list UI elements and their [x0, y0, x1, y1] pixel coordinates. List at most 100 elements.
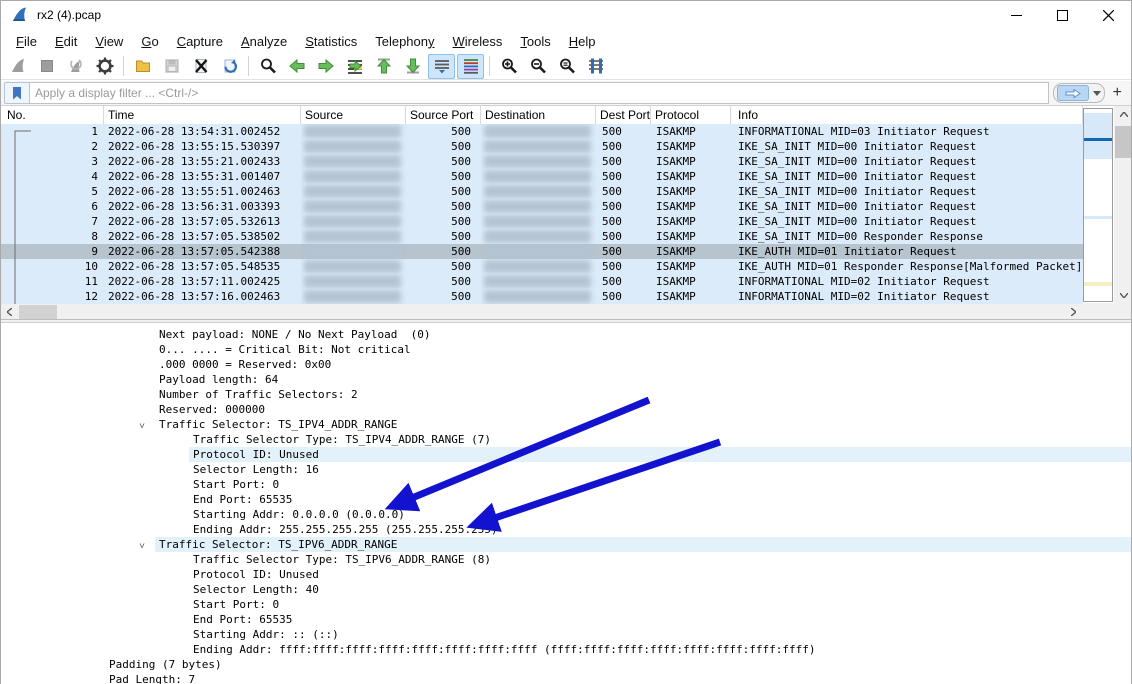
- minimize-button[interactable]: [993, 1, 1039, 29]
- start-capture-button[interactable]: [4, 54, 31, 79]
- detail-line[interactable]: Traffic Selector Type: TS_IPV4_ADDR_RANG…: [1, 432, 1132, 447]
- colorize-packets-button[interactable]: [457, 54, 484, 79]
- menu-capture[interactable]: Capture: [168, 31, 232, 52]
- detail-line[interactable]: Payload length: 64: [1, 372, 1132, 387]
- menu-help[interactable]: Help: [560, 31, 605, 52]
- detail-line[interactable]: Next payload: NONE / No Next Payload (0): [1, 327, 1132, 342]
- detail-line[interactable]: Start Port: 0: [1, 477, 1132, 492]
- auto-scroll-button[interactable]: [428, 54, 455, 79]
- column-header-source[interactable]: Source: [301, 106, 406, 124]
- detail-line-text: Traffic Selector: TS_IPV6_ADDR_RANGE: [159, 537, 397, 552]
- detail-line[interactable]: Start Port: 0: [1, 597, 1132, 612]
- reload-file-button[interactable]: [216, 54, 243, 79]
- menu-analyze[interactable]: Analyze: [232, 31, 296, 52]
- close-button[interactable]: [1085, 1, 1131, 29]
- zoom-out-button[interactable]: [524, 54, 551, 79]
- go-to-packet-button[interactable]: [341, 54, 368, 79]
- detail-line[interactable]: Ending Addr: ffff:ffff:ffff:ffff:ffff:ff…: [1, 642, 1132, 657]
- cell-info: IKE_SA_INIT MID=00 Initiator Request: [731, 184, 1083, 199]
- detail-line[interactable]: Protocol ID: Unused: [1, 567, 1132, 582]
- packet-row-9[interactable]: 92022-06-28 13:57:05.542388500500ISAKMPI…: [1, 244, 1083, 259]
- column-header-destination[interactable]: Destination: [481, 106, 596, 124]
- horizontal-scroll-thumb[interactable]: [19, 305, 57, 319]
- packet-list-vertical-scrollbar[interactable]: [1114, 106, 1132, 303]
- cell-info: IKE_AUTH MID=01 Initiator Request: [731, 244, 1083, 259]
- close-file-button[interactable]: [187, 54, 214, 79]
- go-back-button[interactable]: [283, 54, 310, 79]
- detail-line[interactable]: >Traffic Selector: TS_IPV4_ADDR_RANGE: [1, 417, 1132, 432]
- display-filter-input[interactable]: Apply a display filter ... <Ctrl-/>: [30, 82, 1049, 104]
- packet-row-4[interactable]: 42022-06-28 13:55:31.001407500500ISAKMPI…: [1, 169, 1083, 184]
- detail-line[interactable]: Padding (7 bytes): [1, 657, 1132, 672]
- scroll-right-button[interactable]: [1065, 305, 1081, 319]
- capture-options-button[interactable]: [91, 54, 118, 79]
- go-first-packet-button[interactable]: [370, 54, 397, 79]
- packet-row-3[interactable]: 32022-06-28 13:55:21.002433500500ISAKMPI…: [1, 154, 1083, 169]
- detail-line[interactable]: End Port: 65535: [1, 492, 1132, 507]
- scroll-down-button[interactable]: [1114, 287, 1132, 303]
- zoom-reset-button[interactable]: [553, 54, 580, 79]
- packet-row-1[interactable]: 12022-06-28 13:54:31.002452500500ISAKMPI…: [1, 124, 1083, 139]
- menu-view[interactable]: View: [86, 31, 132, 52]
- detail-line[interactable]: Traffic Selector Type: TS_IPV6_ADDR_RANG…: [1, 552, 1132, 567]
- detail-line-text: End Port: 65535: [193, 492, 292, 507]
- save-file-button[interactable]: [158, 54, 185, 79]
- detail-line[interactable]: Starting Addr: :: (::): [1, 627, 1132, 642]
- menu-wireless[interactable]: Wireless: [444, 31, 512, 52]
- add-filter-button[interactable]: +: [1113, 85, 1122, 101]
- open-file-button[interactable]: [129, 54, 156, 79]
- expander-chevron-icon[interactable]: >: [134, 543, 149, 548]
- detail-line[interactable]: Selector Length: 16: [1, 462, 1132, 477]
- packet-row-7[interactable]: 72022-06-28 13:57:05.532613500500ISAKMPI…: [1, 214, 1083, 229]
- column-header-no[interactable]: No.: [1, 106, 104, 124]
- column-header-info[interactable]: Info: [731, 106, 1083, 124]
- intelligent-scrollbar-minimap[interactable]: [1083, 108, 1113, 302]
- stop-capture-button[interactable]: [33, 54, 60, 79]
- menu-go[interactable]: Go: [132, 31, 167, 52]
- packet-row-11[interactable]: 112022-06-28 13:57:11.002425500500ISAKMP…: [1, 274, 1083, 289]
- column-header-protocol[interactable]: Protocol: [651, 106, 731, 124]
- scroll-up-button[interactable]: [1114, 106, 1132, 122]
- column-header-source-port[interactable]: Source Port: [406, 106, 481, 124]
- column-header-time[interactable]: Time: [104, 106, 301, 124]
- detail-line[interactable]: Ending Addr: 255.255.255.255 (255.255.25…: [1, 522, 1132, 537]
- packet-row-10[interactable]: 102022-06-28 13:57:05.548535500500ISAKMP…: [1, 259, 1083, 274]
- cell-destination-redacted: [481, 154, 596, 169]
- go-forward-button[interactable]: [312, 54, 339, 79]
- detail-line[interactable]: Pad Length: 7: [1, 672, 1132, 684]
- detail-line[interactable]: Number of Traffic Selectors: 2: [1, 387, 1132, 402]
- menu-telephony[interactable]: Telephony: [366, 31, 443, 52]
- detail-line[interactable]: Starting Addr: 0.0.0.0 (0.0.0.0): [1, 507, 1132, 522]
- menu-tools[interactable]: Tools: [511, 31, 559, 52]
- detail-line[interactable]: > Traffic Selector: TS_IPV6_ADDR_RANGE: [1, 537, 1132, 552]
- resize-columns-button[interactable]: [582, 54, 609, 79]
- detail-line[interactable]: 0... .... = Critical Bit: Not critical: [1, 342, 1132, 357]
- filter-bookmark-button[interactable]: [4, 82, 30, 104]
- packet-row-5[interactable]: 52022-06-28 13:55:51.002463500500ISAKMPI…: [1, 184, 1083, 199]
- go-last-packet-button[interactable]: [399, 54, 426, 79]
- menu-file[interactable]: File: [7, 31, 46, 52]
- restart-capture-button[interactable]: [62, 54, 89, 79]
- title-bar: rx2 (4).pcap: [1, 1, 1131, 29]
- detail-line[interactable]: .000 0000 = Reserved: 0x00: [1, 357, 1132, 372]
- detail-line[interactable]: Selector Length: 40: [1, 582, 1132, 597]
- filter-dropdown-caret-icon[interactable]: [1093, 91, 1101, 96]
- column-header-dest-port[interactable]: Dest Port: [596, 106, 651, 124]
- menu-statistics[interactable]: Statistics: [296, 31, 366, 52]
- menu-edit[interactable]: Edit: [46, 31, 86, 52]
- packet-row-2[interactable]: 22022-06-28 13:55:15.530397500500ISAKMPI…: [1, 139, 1083, 154]
- packet-list-horizontal-scrollbar[interactable]: [1, 304, 1083, 320]
- apply-filter-button[interactable]: [1057, 85, 1089, 101]
- scroll-left-button[interactable]: [1, 305, 17, 319]
- detail-line[interactable]: Protocol ID: Unused: [1, 447, 1132, 462]
- packet-row-12[interactable]: 122022-06-28 13:57:16.002463500500ISAKMP…: [1, 289, 1083, 304]
- packet-row-6[interactable]: 62022-06-28 13:56:31.003393500500ISAKMPI…: [1, 199, 1083, 214]
- detail-line[interactable]: End Port: 65535: [1, 612, 1132, 627]
- vertical-scroll-thumb[interactable]: [1115, 126, 1132, 158]
- packet-row-8[interactable]: 82022-06-28 13:57:05.538502500500ISAKMPI…: [1, 229, 1083, 244]
- zoom-in-button[interactable]: [495, 54, 522, 79]
- maximize-button[interactable]: [1039, 1, 1085, 29]
- detail-line[interactable]: Reserved: 000000: [1, 402, 1132, 417]
- find-packet-button[interactable]: [254, 54, 281, 79]
- expander-chevron-icon[interactable]: >: [134, 423, 149, 428]
